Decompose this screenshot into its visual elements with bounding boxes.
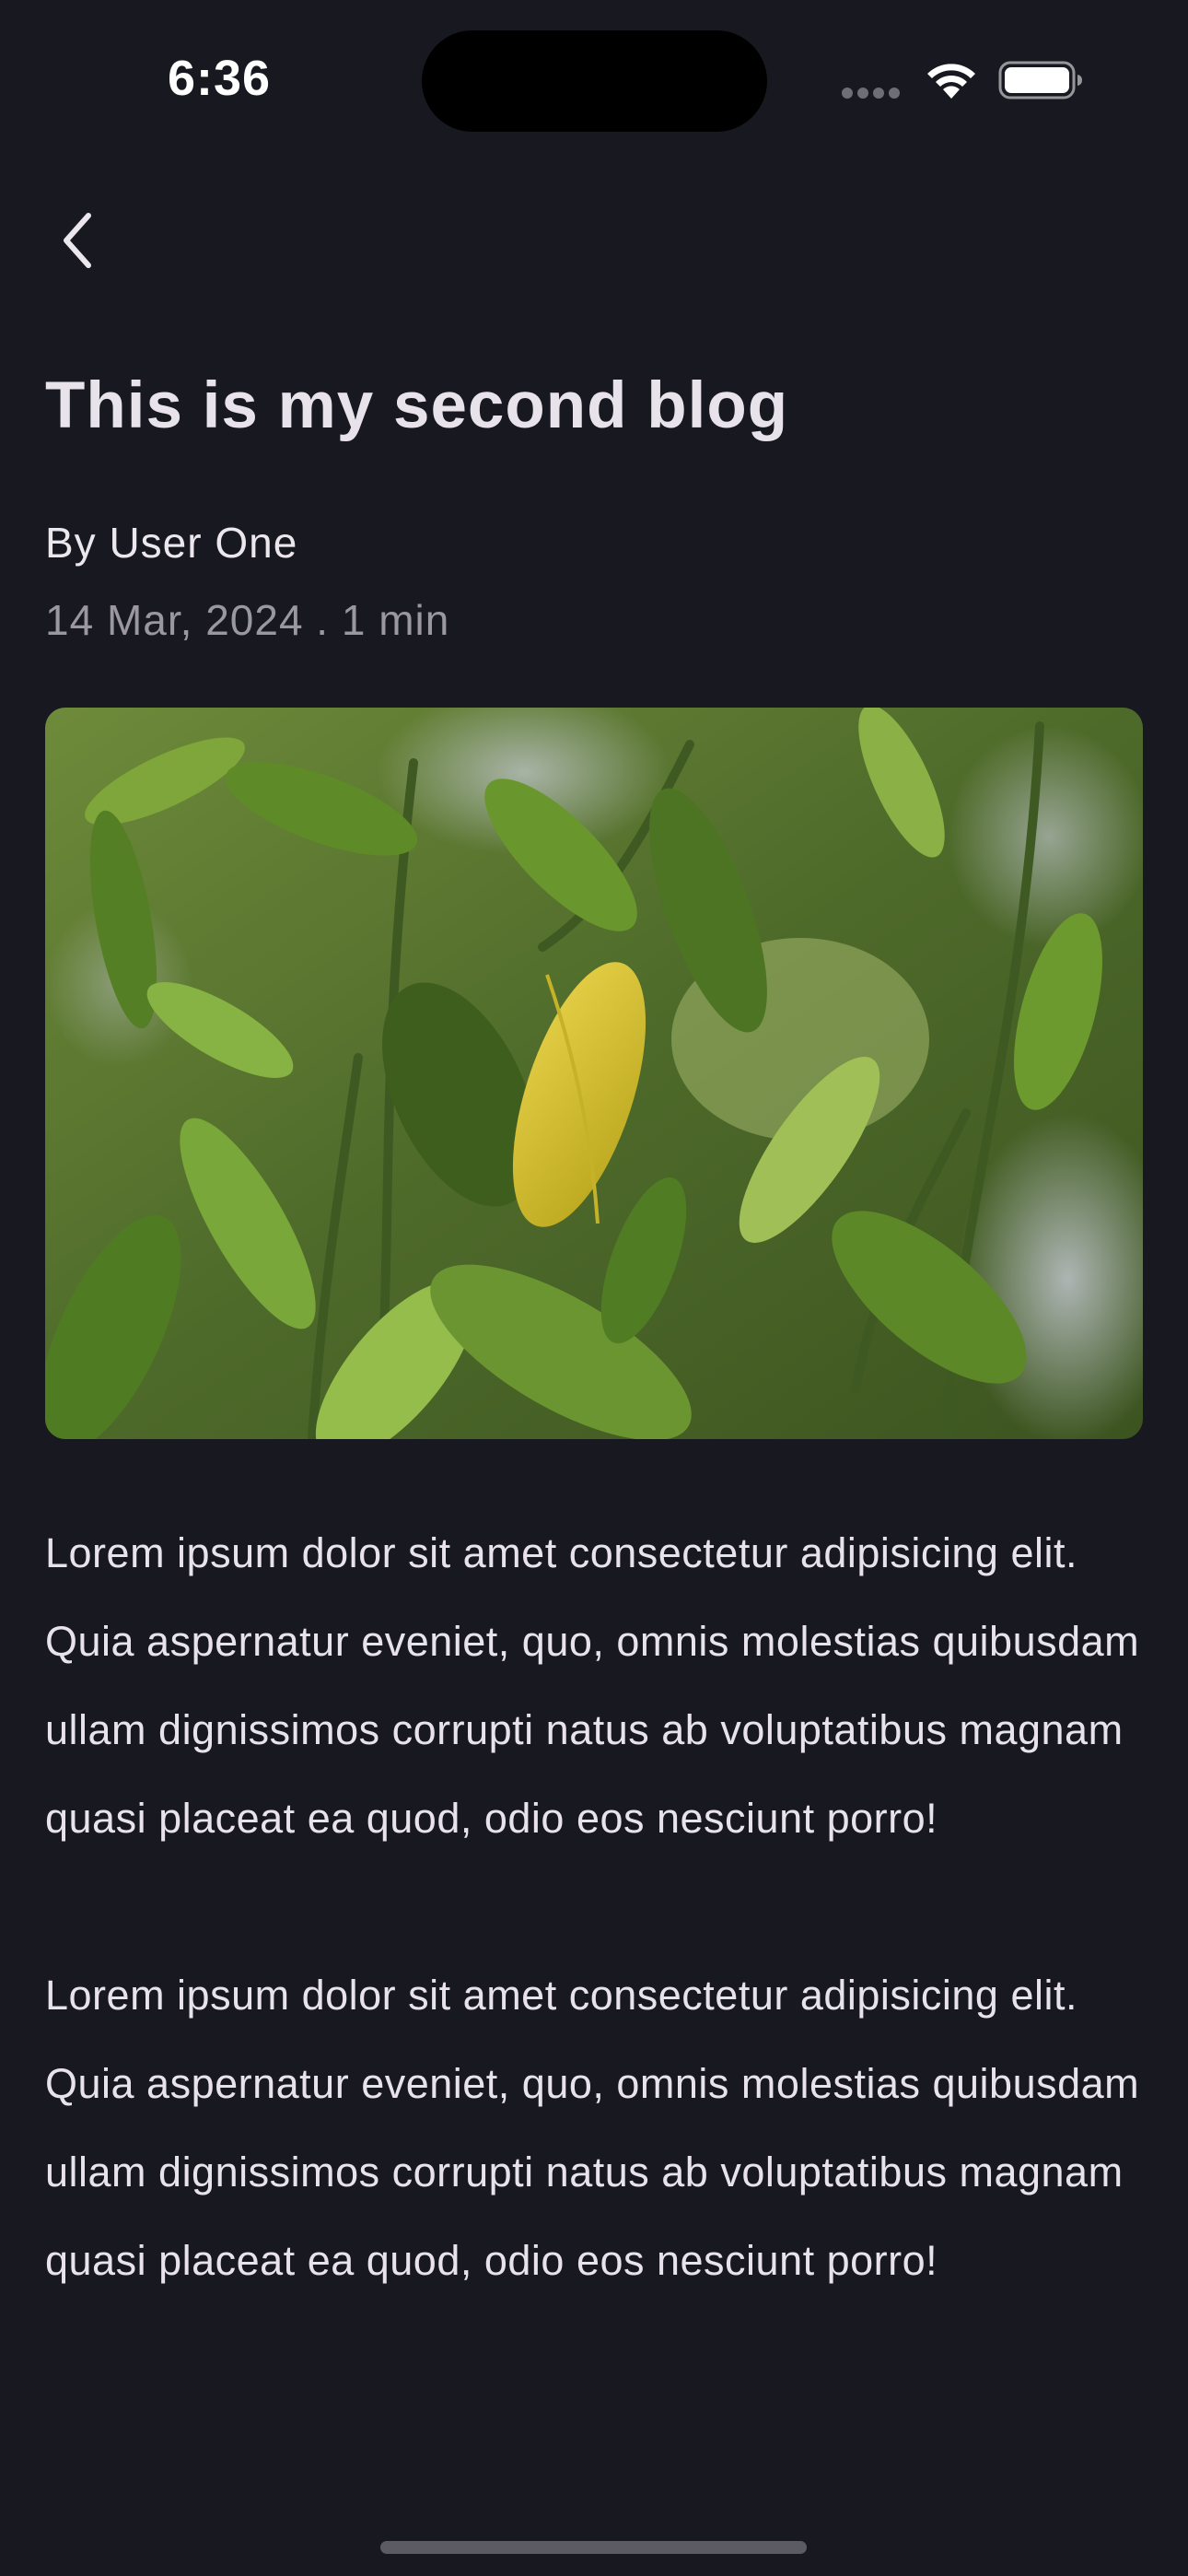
blog-paragraph: Lorem ipsum dolor sit amet consectetur a… — [45, 1972, 1140, 2284]
battery-full-icon — [998, 61, 1083, 100]
cellular-signal-icon — [842, 87, 904, 99]
dynamic-island — [422, 30, 767, 132]
blog-content: Lorem ipsum dolor sit amet consectetur a… — [45, 1509, 1150, 2394]
blog-date-reading-time: 14 Mar, 2024 . 1 min — [45, 596, 450, 644]
blog-cover-image — [45, 708, 1143, 1439]
blog-paragraph: Lorem ipsum dolor sit amet consectetur a… — [45, 1529, 1140, 1842]
blog-title: This is my second blog — [45, 369, 789, 442]
status-time: 6:36 — [168, 51, 272, 106]
back-button[interactable] — [52, 208, 103, 273]
home-indicator[interactable] — [380, 2541, 807, 2554]
blog-author: By User One — [45, 519, 298, 567]
chevron-left-icon — [64, 213, 91, 268]
wifi-icon — [923, 58, 980, 100]
status-bar: 6:36 — [0, 0, 1188, 138]
